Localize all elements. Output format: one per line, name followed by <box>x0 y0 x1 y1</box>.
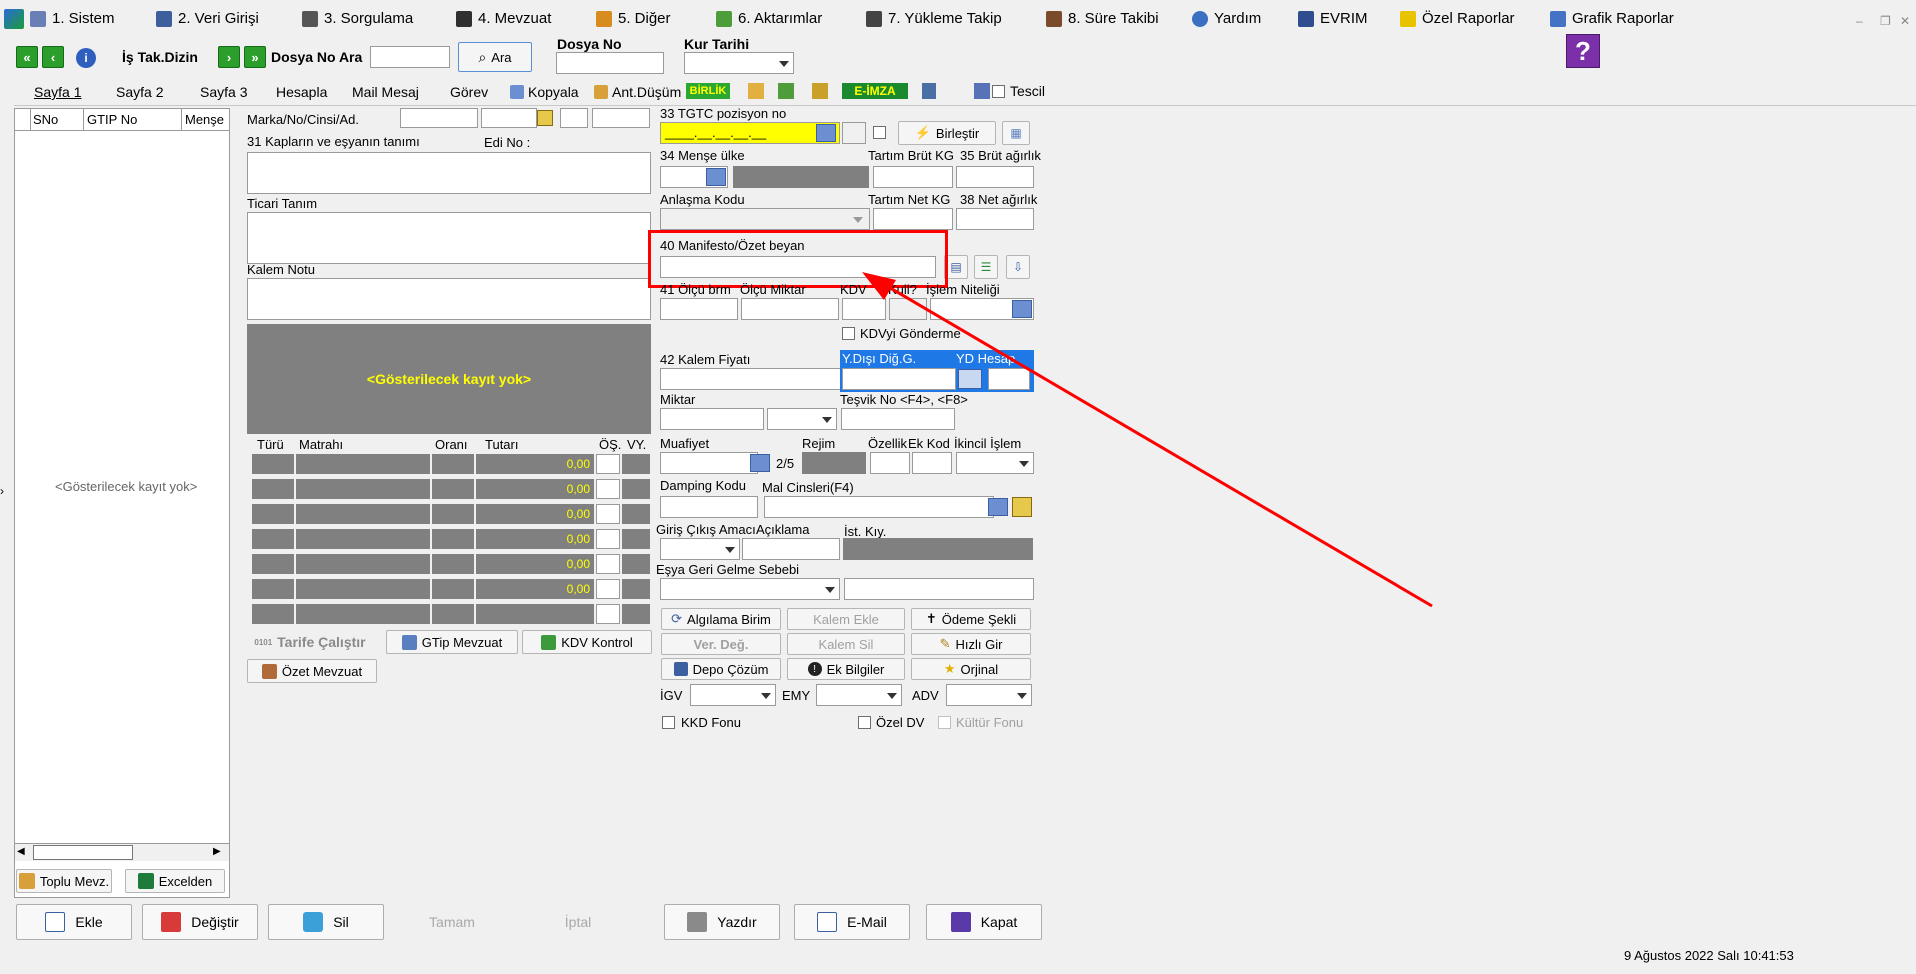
edit-document-icon <box>161 912 182 932</box>
yazdir-button[interactable]: Yazdır <box>664 904 780 940</box>
printer-icon <box>687 912 708 932</box>
iptal-button[interactable]: İptal <box>520 904 636 940</box>
tamam-button[interactable]: Tamam <box>394 904 510 940</box>
ekle-button[interactable]: Ekle <box>16 904 132 940</box>
email-button[interactable]: E-Mail <box>794 904 910 940</box>
status-datetime: 9 Ağustos 2022 Salı 10:41:53 <box>1624 948 1794 963</box>
sil-button[interactable]: Sil <box>268 904 384 940</box>
envelope-icon <box>817 912 838 932</box>
bottom-action-bar: Ekle Değiştir Sil Tamam İptal Yazdır E-M… <box>14 902 1916 946</box>
degistir-button[interactable]: Değiştir <box>142 904 258 940</box>
annotation-arrow <box>862 272 1433 608</box>
recycle-bin-icon <box>303 912 324 932</box>
new-document-icon <box>45 912 66 932</box>
kapat-button[interactable]: Kapat <box>926 904 1042 940</box>
exit-door-icon <box>950 912 971 932</box>
